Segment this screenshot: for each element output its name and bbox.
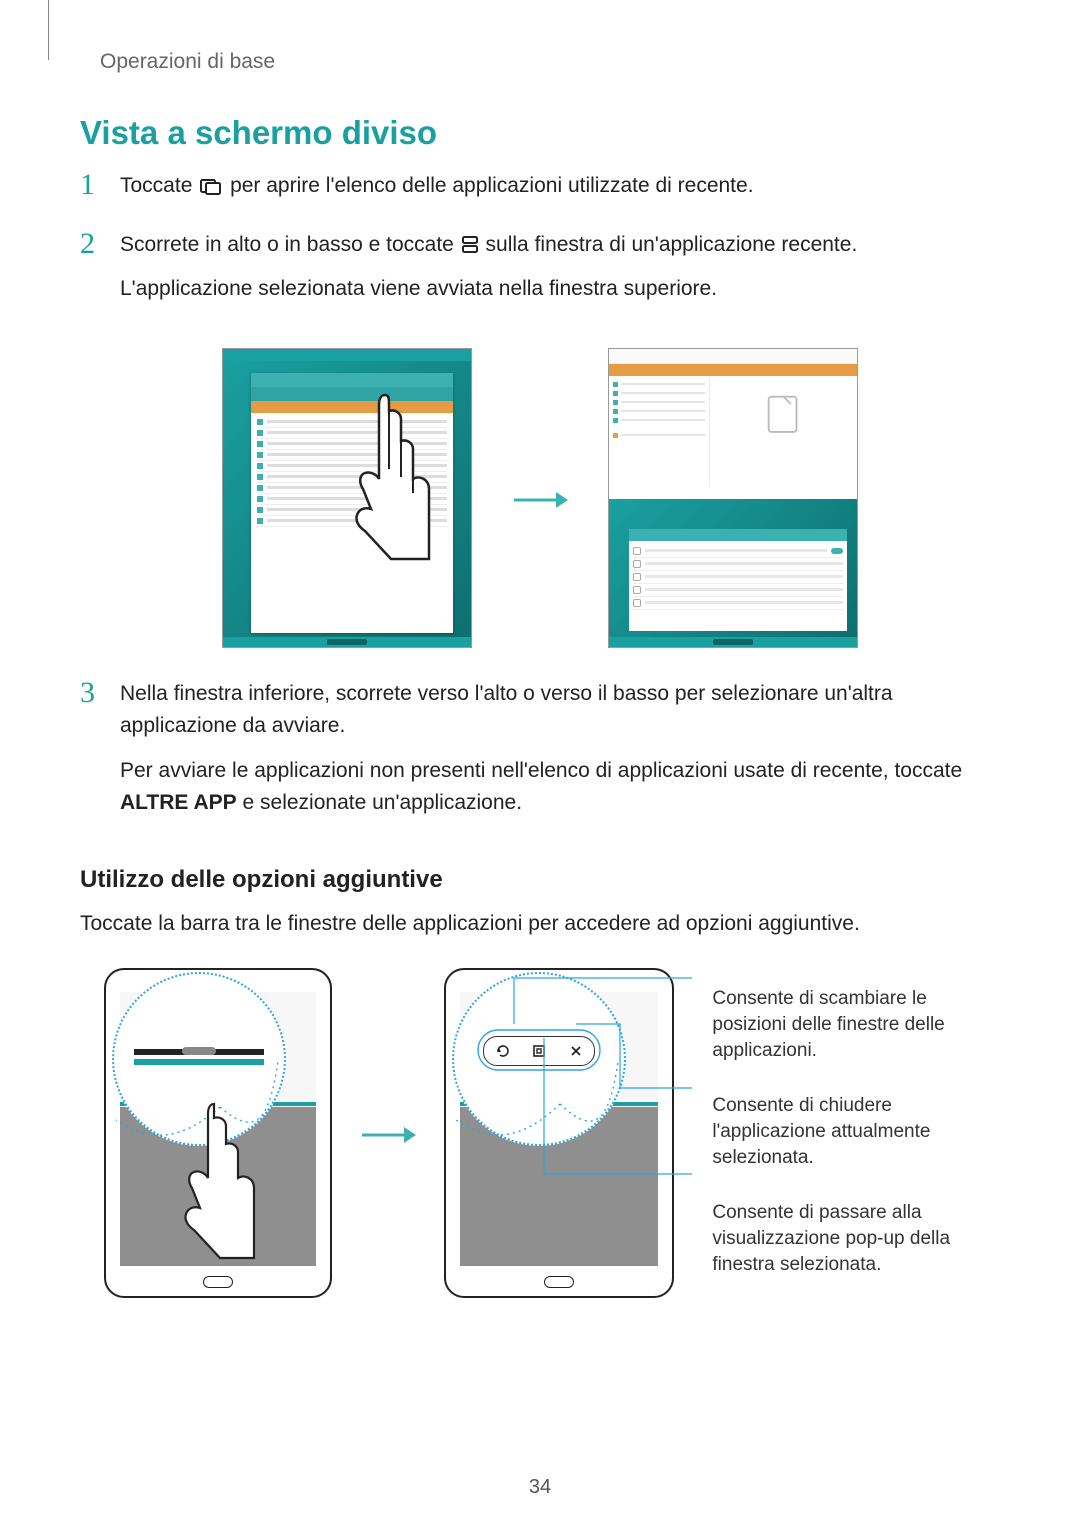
text: Scorrete in alto o in basso e toccate	[120, 233, 460, 256]
callout-popup: Consente di passare alla visualizzazione…	[712, 1200, 1000, 1277]
step-number: 3	[80, 678, 120, 708]
tablet-after	[444, 968, 674, 1298]
text: Toccate	[120, 174, 198, 197]
screenshot-split-result	[608, 348, 858, 648]
subsection-text: Toccate la barra tra le finestre delle a…	[80, 908, 1000, 941]
step-1-text: Toccate per aprire l'elenco delle applic…	[120, 170, 1000, 203]
step-number: 1	[80, 170, 120, 200]
callouts: Consente di scambiare le posizioni delle…	[712, 986, 1000, 1307]
screenshot-recents-list	[222, 348, 472, 648]
step-3-text-1: Nella finestra inferiore, scorrete verso…	[120, 678, 1000, 743]
hand-pointer-icon	[176, 1100, 256, 1260]
arrow-right-icon	[512, 474, 568, 522]
step-3: 3 Nella finestra inferiore, scorrete ver…	[80, 678, 1000, 832]
hand-pointer-icon	[341, 389, 431, 569]
text: sulla finestra di un'applicazione recent…	[486, 233, 858, 256]
section-title: Vista a schermo diviso	[80, 114, 1000, 152]
step-number: 2	[80, 229, 120, 259]
figure-split-view-steps	[80, 348, 1000, 648]
margin-rule	[48, 0, 49, 60]
step-1: 1 Toccate per aprire l'elenco delle appl…	[80, 170, 1000, 215]
arrow-right-icon	[360, 1123, 416, 1152]
text: e selezionate un'applicazione.	[243, 791, 523, 814]
figure-extra-options: Consente di scambiare le posizioni delle…	[104, 968, 1000, 1307]
step-2-text-1: Scorrete in alto o in basso e toccate su…	[120, 229, 1000, 262]
breadcrumb: Operazioni di base	[100, 50, 1000, 74]
recents-icon	[200, 179, 222, 195]
more-apps-label: ALTRE APP	[120, 791, 237, 814]
text: per aprire l'elenco delle applicazioni u…	[230, 174, 753, 197]
subsection-title: Utilizzo delle opzioni aggiuntive	[80, 866, 1000, 894]
step-3-text-2: Per avviare le applicazioni non presenti…	[120, 755, 1000, 820]
step-2: 2 Scorrete in alto o in basso e toccate …	[80, 229, 1000, 318]
text: Per avviare le applicazioni non presenti…	[120, 759, 962, 782]
split-view-icon	[462, 236, 478, 254]
step-2-text-2: L'applicazione selezionata viene avviata…	[120, 273, 1000, 306]
tablet-before	[104, 968, 332, 1298]
manual-page: Operazioni di base Vista a schermo divis…	[0, 0, 1080, 1527]
callout-swap: Consente di scambiare le posizioni delle…	[712, 986, 1000, 1063]
callout-close: Consente di chiudere l'applicazione attu…	[712, 1093, 1000, 1170]
page-number: 34	[529, 1476, 551, 1499]
